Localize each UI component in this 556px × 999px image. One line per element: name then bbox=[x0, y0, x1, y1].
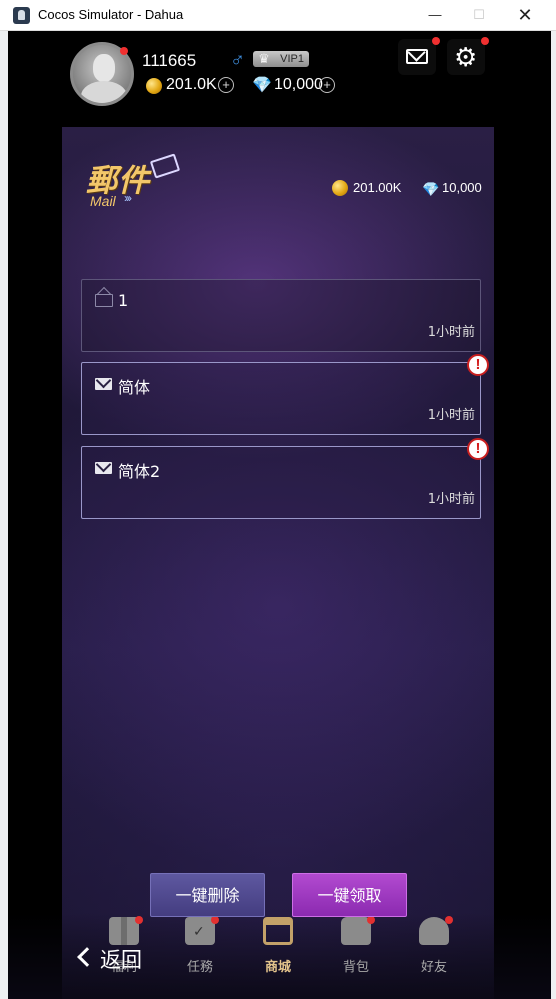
nav-item-tasks[interactable]: 任務 bbox=[170, 913, 230, 999]
mail-list-item[interactable]: 1 1小时前 bbox=[81, 279, 481, 352]
panel-coin-balance: 201.00K bbox=[353, 180, 402, 195]
shopping-cart-icon bbox=[263, 917, 293, 945]
window-title: Cocos Simulator - Dahua bbox=[38, 7, 184, 22]
avatar-body bbox=[81, 81, 127, 103]
add-coins-button[interactable]: + bbox=[218, 77, 234, 93]
coin-icon bbox=[146, 78, 162, 94]
avatar-head bbox=[93, 54, 115, 82]
desktop-background-left bbox=[0, 31, 8, 999]
nav-item-shop[interactable]: 商城 bbox=[248, 913, 308, 999]
open-envelope-icon bbox=[95, 294, 113, 307]
nav-notification-dot bbox=[135, 916, 143, 924]
envelope-icon bbox=[149, 153, 181, 179]
mail-notification-dot bbox=[432, 37, 440, 45]
closed-envelope-icon bbox=[95, 462, 112, 474]
nav-item-friends[interactable]: 好友 bbox=[404, 913, 464, 999]
nav-label: 任務 bbox=[186, 960, 213, 975]
nav-label: 商城 bbox=[264, 960, 291, 975]
panel-subtitle: Mail bbox=[90, 193, 116, 209]
diamond-balance: 10,000 bbox=[274, 76, 323, 93]
closed-envelope-icon bbox=[95, 378, 112, 390]
game-viewport: 111665 ♂ ♛ VIP1 201.0K + 💎 10,000 + ⚙ 郵件… bbox=[8, 31, 551, 999]
delete-all-button[interactable]: 一键删除 bbox=[150, 873, 265, 917]
window-titlebar: Cocos Simulator - Dahua — ☐ ✕ bbox=[0, 0, 556, 31]
crown-icon: ♛ bbox=[258, 51, 270, 66]
mail-time: 1小时前 bbox=[427, 492, 475, 507]
app-icon bbox=[13, 7, 30, 24]
nav-item-backpack[interactable]: 背包 bbox=[326, 913, 386, 999]
chevron-left-icon bbox=[77, 947, 97, 967]
nav-label: 好友 bbox=[420, 960, 447, 975]
nav-label: 背包 bbox=[342, 960, 369, 975]
male-gender-icon: ♂ bbox=[230, 49, 245, 71]
username: 111665 bbox=[142, 51, 197, 70]
unread-alert-icon: ! bbox=[467, 438, 489, 460]
desktop-background-right bbox=[551, 31, 556, 999]
gear-icon: ⚙ bbox=[454, 42, 478, 72]
coin-icon bbox=[332, 180, 348, 196]
mail-time: 1小时前 bbox=[427, 325, 475, 340]
vip-label: VIP1 bbox=[280, 53, 304, 65]
claim-all-button[interactable]: 一键领取 bbox=[292, 873, 407, 917]
settings-notification-dot bbox=[481, 37, 489, 45]
panel-diamond-balance: 10,000 bbox=[442, 180, 482, 195]
back-button[interactable]: 返回 bbox=[74, 939, 154, 979]
coin-balance: 201.0K bbox=[166, 76, 217, 93]
add-diamonds-button[interactable]: + bbox=[319, 77, 335, 93]
mail-icon bbox=[406, 49, 428, 64]
mail-subject: 简体 bbox=[118, 378, 151, 397]
diamond-icon: 💎 bbox=[252, 77, 272, 94]
mail-list-item[interactable]: 简体2 1小时前 ! bbox=[81, 438, 489, 519]
mail-button[interactable] bbox=[398, 39, 436, 75]
mail-time: 1小时前 bbox=[427, 408, 475, 423]
mail-list-item[interactable]: 简体 1小时前 ! bbox=[81, 354, 489, 435]
avatar-notification-dot bbox=[120, 47, 128, 55]
maximize-button[interactable]: ☐ bbox=[467, 4, 491, 26]
mail-subject: 1 bbox=[118, 291, 129, 310]
mail-subject: 简体2 bbox=[118, 462, 161, 481]
settings-button[interactable]: ⚙ bbox=[447, 39, 485, 75]
mail-panel: 郵件 Mail ››› 201.00K 💎 10,000 1 1小时前 简体 1… bbox=[62, 127, 494, 999]
vip-badge[interactable]: ♛ VIP1 bbox=[253, 51, 309, 67]
diamond-icon: 💎 bbox=[422, 181, 440, 197]
nav-notification-dot bbox=[445, 916, 453, 924]
back-label: 返回 bbox=[100, 948, 142, 972]
close-button[interactable]: ✕ bbox=[513, 4, 537, 26]
unread-alert-icon: ! bbox=[467, 354, 489, 376]
minimize-button[interactable]: — bbox=[423, 4, 447, 26]
chevrons-icon: ››› bbox=[124, 191, 132, 205]
